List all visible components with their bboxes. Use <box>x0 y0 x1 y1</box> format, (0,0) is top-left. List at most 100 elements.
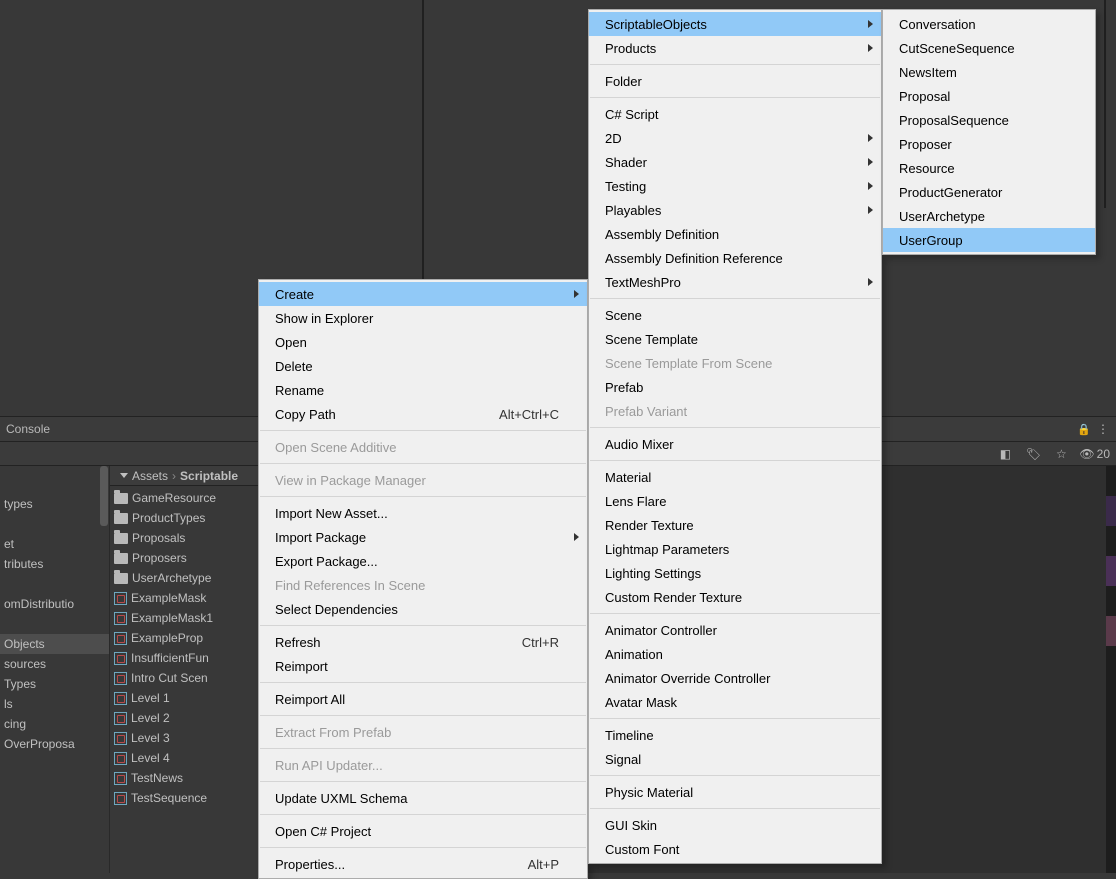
menu-item[interactable]: Timeline <box>589 723 881 747</box>
menu-item[interactable]: Conversation <box>883 12 1095 36</box>
menu-item[interactable]: Animator Override Controller <box>589 666 881 690</box>
menu-item[interactable]: Lens Flare <box>589 489 881 513</box>
menu-item[interactable]: ProductGenerator <box>883 180 1095 204</box>
menu-item[interactable]: Animator Controller <box>589 618 881 642</box>
left-tree-item[interactable]: OverProposa <box>0 734 109 754</box>
folder-row[interactable]: ProductTypes <box>110 508 269 528</box>
menu-item[interactable]: Show in Explorer <box>259 306 587 330</box>
menu-item[interactable]: Custom Render Texture <box>589 585 881 609</box>
menu-item[interactable]: Folder <box>589 69 881 93</box>
kebab-menu-icon[interactable]: ⋮ <box>1097 422 1110 436</box>
menu-item[interactable]: Audio Mixer <box>589 432 881 456</box>
scriptableobject-row[interactable]: ExampleProp <box>110 628 269 648</box>
menu-item[interactable]: Import New Asset... <box>259 501 587 525</box>
menu-item[interactable]: TextMeshPro <box>589 270 881 294</box>
scriptableobject-row[interactable]: ExampleMask <box>110 588 269 608</box>
left-tree-item[interactable] <box>0 514 109 534</box>
menu-item[interactable]: UserGroup <box>883 228 1095 252</box>
scriptableobject-row[interactable]: Intro Cut Scen <box>110 668 269 688</box>
left-tree-item[interactable]: Types <box>0 674 109 694</box>
folder-row[interactable]: GameResource <box>110 488 269 508</box>
viewport-splitter-right[interactable] <box>1104 0 1106 208</box>
menu-item[interactable]: Prefab <box>589 375 881 399</box>
create-submenu[interactable]: ScriptableObjectsProducts Folder C# Script… <box>588 9 882 864</box>
breadcrumb-current[interactable]: Scriptable <box>180 469 238 483</box>
menu-item[interactable]: CutSceneSequence <box>883 36 1095 60</box>
context-menu[interactable]: CreateShow in ExplorerOpenDeleteRenameCo… <box>258 279 588 879</box>
menu-item[interactable]: Open C# Project <box>259 819 587 843</box>
menu-item[interactable]: Select Dependencies <box>259 597 587 621</box>
left-tree-item[interactable]: Objects <box>0 634 109 654</box>
menu-item[interactable]: Update UXML Schema <box>259 786 587 810</box>
menu-item[interactable]: Scene <box>589 303 881 327</box>
menu-item[interactable]: GUI Skin <box>589 813 881 837</box>
folder-row[interactable]: Proposers <box>110 548 269 568</box>
folder-row[interactable]: Proposals <box>110 528 269 548</box>
menu-item[interactable]: C# Script <box>589 102 881 126</box>
left-tree-item[interactable] <box>0 574 109 594</box>
scriptableobject-row[interactable]: Level 3 <box>110 728 269 748</box>
menu-item[interactable]: Signal <box>589 747 881 771</box>
scriptableobject-row[interactable]: TestNews <box>110 768 269 788</box>
menu-item[interactable]: Export Package... <box>259 549 587 573</box>
project-tree-column[interactable]: Assets › Scriptable GameResourceProductT… <box>110 466 270 873</box>
menu-item[interactable]: Assembly Definition Reference <box>589 246 881 270</box>
console-tab-label[interactable]: Console <box>6 422 50 436</box>
menu-item[interactable]: Products <box>589 36 881 60</box>
scriptableobjects-submenu[interactable]: ConversationCutSceneSequenceNewsItemProp… <box>882 9 1096 255</box>
menu-item[interactable]: Render Texture <box>589 513 881 537</box>
menu-item[interactable]: Proposal <box>883 84 1095 108</box>
menu-item[interactable]: Properties...Alt+P <box>259 852 587 876</box>
left-tree-item[interactable]: cing <box>0 714 109 734</box>
menu-item[interactable]: Playables <box>589 198 881 222</box>
left-tree-item[interactable]: sources <box>0 654 109 674</box>
left-tree-item[interactable]: ls <box>0 694 109 714</box>
menu-item[interactable]: Import Package <box>259 525 587 549</box>
left-tree-item[interactable] <box>0 614 109 634</box>
menu-item[interactable]: Lighting Settings <box>589 561 881 585</box>
breadcrumb-root[interactable]: Assets <box>132 469 168 483</box>
menu-item[interactable]: Avatar Mask <box>589 690 881 714</box>
menu-item[interactable]: Material <box>589 465 881 489</box>
scriptableobject-row[interactable]: Level 4 <box>110 748 269 768</box>
scriptableobject-row[interactable]: TestSequence <box>110 788 269 808</box>
menu-item[interactable]: 2D <box>589 126 881 150</box>
scriptableobject-row[interactable]: InsufficientFun <box>110 648 269 668</box>
menu-item[interactable]: Reimport All <box>259 687 587 711</box>
left-tree-item[interactable]: tributes <box>0 554 109 574</box>
hidden-items[interactable]: 20 <box>1079 445 1110 463</box>
menu-item[interactable]: Open <box>259 330 587 354</box>
menu-item[interactable]: Reimport <box>259 654 587 678</box>
menu-item[interactable]: Delete <box>259 354 587 378</box>
menu-item[interactable]: Shader <box>589 150 881 174</box>
scriptableobject-row[interactable]: Level 1 <box>110 688 269 708</box>
folder-row[interactable]: UserArchetype <box>110 568 269 588</box>
menu-item[interactable]: RefreshCtrl+R <box>259 630 587 654</box>
scriptableobject-row[interactable]: Level 2 <box>110 708 269 728</box>
menu-item[interactable]: Proposer <box>883 132 1095 156</box>
favorite-star-icon[interactable]: ☆ <box>1051 445 1071 463</box>
breadcrumb[interactable]: Assets › Scriptable <box>110 466 269 486</box>
menu-item[interactable]: ProposalSequence <box>883 108 1095 132</box>
menu-item[interactable]: Lightmap Parameters <box>589 537 881 561</box>
menu-item[interactable]: Scene Template <box>589 327 881 351</box>
menu-item[interactable]: Resource <box>883 156 1095 180</box>
menu-item[interactable]: Animation <box>589 642 881 666</box>
menu-item[interactable]: Assembly Definition <box>589 222 881 246</box>
menu-item[interactable]: Custom Font <box>589 837 881 861</box>
left-tree-item[interactable]: omDistributio <box>0 594 109 614</box>
scrollbar-thumb[interactable] <box>100 466 108 526</box>
left-tree-item[interactable]: et <box>0 534 109 554</box>
filter-component-icon[interactable]: ◧ <box>995 445 1015 463</box>
menu-item[interactable]: Copy PathAlt+Ctrl+C <box>259 402 587 426</box>
menu-item[interactable]: NewsItem <box>883 60 1095 84</box>
label-icon[interactable]: 🏷 <box>1023 445 1043 463</box>
scriptableobject-row[interactable]: ExampleMask1 <box>110 608 269 628</box>
menu-item[interactable]: ScriptableObjects <box>589 12 881 36</box>
menu-item[interactable]: Rename <box>259 378 587 402</box>
project-left-column[interactable]: typesettributesomDistributioObjectssourc… <box>0 466 110 873</box>
menu-item[interactable]: Create <box>259 282 587 306</box>
menu-item[interactable]: Physic Material <box>589 780 881 804</box>
menu-item[interactable]: Testing <box>589 174 881 198</box>
lock-icon[interactable] <box>1077 422 1091 436</box>
